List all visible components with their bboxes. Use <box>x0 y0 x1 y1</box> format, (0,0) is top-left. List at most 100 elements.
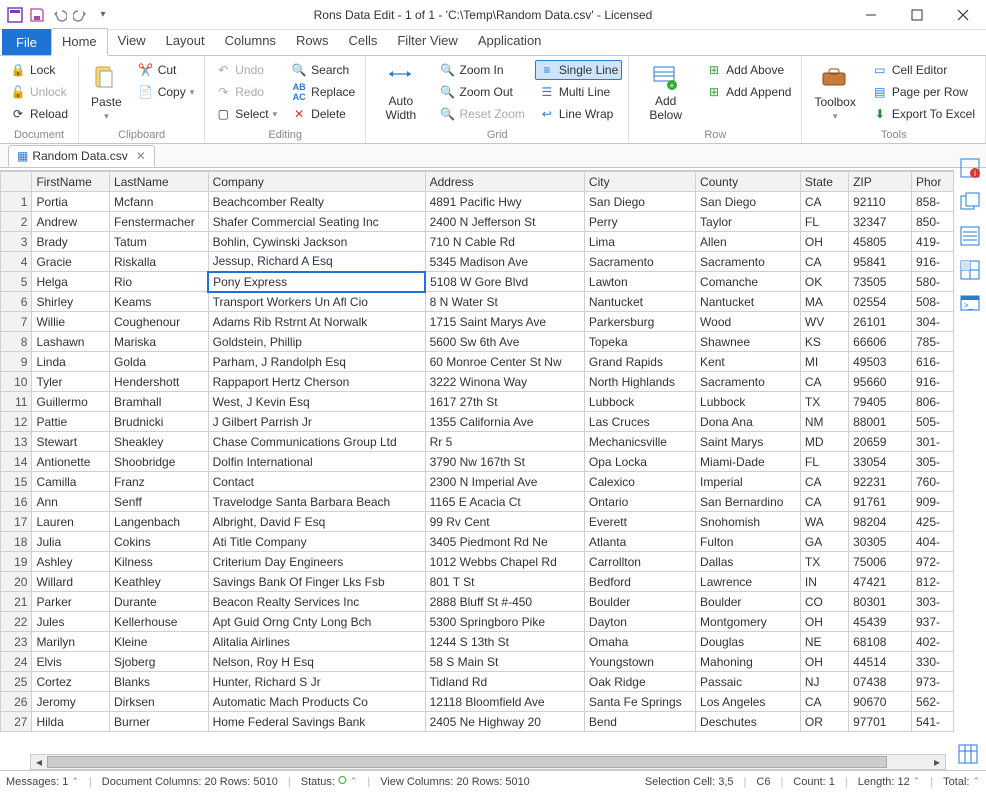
row-number[interactable]: 4 <box>1 252 32 272</box>
cell[interactable]: Travelodge Santa Barbara Beach <box>208 492 425 512</box>
cell[interactable]: Cokins <box>110 532 209 552</box>
redo-icon[interactable] <box>72 6 90 24</box>
redo-button[interactable]: ↷Redo <box>211 82 281 102</box>
row-number[interactable]: 9 <box>1 352 32 372</box>
cell[interactable]: Atlanta <box>584 532 695 552</box>
undo-button[interactable]: ↶Undo <box>211 60 281 80</box>
cell[interactable]: Deschutes <box>696 712 801 732</box>
cell[interactable]: 2300 N Imperial Ave <box>425 472 584 492</box>
cell[interactable]: Alitalia Airlines <box>208 632 425 652</box>
cell[interactable]: 3790 Nw 167th St <box>425 452 584 472</box>
cell[interactable]: Franz <box>110 472 209 492</box>
row-number[interactable]: 24 <box>1 652 32 672</box>
row-number[interactable]: 12 <box>1 412 32 432</box>
cell[interactable]: Bedford <box>584 572 695 592</box>
cell[interactable]: 5600 Sw 6th Ave <box>425 332 584 352</box>
cell[interactable]: Dirksen <box>110 692 209 712</box>
cell[interactable]: Shirley <box>32 292 110 312</box>
cell[interactable]: CA <box>800 472 848 492</box>
cell[interactable]: Hendershott <box>110 372 209 392</box>
cell[interactable]: Saint Marys <box>696 432 801 452</box>
cell[interactable]: 801 T St <box>425 572 584 592</box>
cell[interactable]: Dolfin International <box>208 452 425 472</box>
zoomout-button[interactable]: 🔍Zoom Out <box>436 82 529 102</box>
cell[interactable]: FL <box>800 452 848 472</box>
cell[interactable]: Julia <box>32 532 110 552</box>
cell[interactable]: Lauren <box>32 512 110 532</box>
cell[interactable]: 1012 Webbs Chapel Rd <box>425 552 584 572</box>
status-total[interactable]: Total:⌃ <box>943 776 980 788</box>
cell[interactable]: Shawnee <box>696 332 801 352</box>
cell[interactable]: CA <box>800 372 848 392</box>
cell[interactable]: Mahoning <box>696 652 801 672</box>
cell[interactable]: Hunter, Richard S Jr <box>208 672 425 692</box>
cell[interactable]: 330- <box>911 652 953 672</box>
cell[interactable]: Cortez <box>32 672 110 692</box>
addappend-button[interactable]: ⊞Add Append <box>702 82 795 102</box>
replace-button[interactable]: ABACReplace <box>287 82 359 102</box>
ribbon-tab-rows[interactable]: Rows <box>286 28 339 55</box>
exportexcel-button[interactable]: ⬇Export To Excel <box>868 104 979 124</box>
cell[interactable]: Savings Bank Of Finger Lks Fsb <box>208 572 425 592</box>
ribbon-tab-filter-view[interactable]: Filter View <box>387 28 467 55</box>
cell[interactable]: 8 N Water St <box>425 292 584 312</box>
cell[interactable]: Wood <box>696 312 801 332</box>
cell[interactable]: Kleine <box>110 632 209 652</box>
column-header[interactable]: State <box>800 172 848 192</box>
row-number[interactable]: 2 <box>1 212 32 232</box>
cell[interactable]: IN <box>800 572 848 592</box>
cut-button[interactable]: ✂️Cut <box>134 60 199 80</box>
cell[interactable]: Blanks <box>110 672 209 692</box>
toolbox-button[interactable]: Toolbox▾ <box>808 60 861 127</box>
cell[interactable]: Marilyn <box>32 632 110 652</box>
cell[interactable]: Douglas <box>696 632 801 652</box>
addabove-button[interactable]: ⊞Add Above <box>702 60 795 80</box>
cell[interactable]: OK <box>800 272 848 292</box>
lock-button[interactable]: 🔒Lock <box>6 60 72 80</box>
horizontal-scrollbar[interactable]: ◂ ▸ <box>30 754 946 770</box>
cell[interactable]: 98204 <box>849 512 912 532</box>
cell[interactable]: CA <box>800 692 848 712</box>
scroll-thumb[interactable] <box>47 756 887 768</box>
row-number[interactable]: 3 <box>1 232 32 252</box>
cell[interactable]: Elvis <box>32 652 110 672</box>
cell[interactable]: Snohomish <box>696 512 801 532</box>
cell[interactable]: Criterium Day Engineers <box>208 552 425 572</box>
row-number[interactable]: 17 <box>1 512 32 532</box>
cell[interactable]: Ann <box>32 492 110 512</box>
cell[interactable]: 90670 <box>849 692 912 712</box>
cell[interactable]: Home Federal Savings Bank <box>208 712 425 732</box>
resetzoom-button[interactable]: 🔍Reset Zoom <box>436 104 529 124</box>
cell[interactable]: Taylor <box>696 212 801 232</box>
cell[interactable]: WV <box>800 312 848 332</box>
list-panel-icon[interactable] <box>958 224 982 248</box>
cell[interactable]: Sacramento <box>584 252 695 272</box>
cell[interactable]: OH <box>800 232 848 252</box>
cell[interactable]: 305- <box>911 452 953 472</box>
cell[interactable]: MD <box>800 432 848 452</box>
cell[interactable]: 97701 <box>849 712 912 732</box>
cell[interactable]: Sheakley <box>110 432 209 452</box>
cell[interactable]: 1355 California Ave <box>425 412 584 432</box>
cell[interactable]: Pony Express <box>208 272 425 292</box>
cell[interactable]: Nantucket <box>584 292 695 312</box>
cell[interactable]: FL <box>800 212 848 232</box>
cell[interactable]: West, J Kevin Esq <box>208 392 425 412</box>
row-number[interactable]: 11 <box>1 392 32 412</box>
cell[interactable]: 75006 <box>849 552 912 572</box>
cell[interactable]: 909- <box>911 492 953 512</box>
cell[interactable]: 12118 Bloomfield Ave <box>425 692 584 712</box>
cell[interactable]: Parkersburg <box>584 312 695 332</box>
column-header[interactable]: Company <box>208 172 425 192</box>
cell[interactable]: Rr 5 <box>425 432 584 452</box>
cell[interactable]: 3405 Piedmont Rd Ne <box>425 532 584 552</box>
autowidth-button[interactable]: Auto Width <box>372 60 429 127</box>
ribbon-tab-home[interactable]: Home <box>51 28 108 56</box>
cell[interactable]: 973- <box>911 672 953 692</box>
qat-dropdown-icon[interactable]: ▾ <box>94 6 112 24</box>
ribbon-tab-application[interactable]: Application <box>468 28 552 55</box>
singleline-button[interactable]: ≡Single Line <box>535 60 622 80</box>
cell[interactable]: Mechanicsville <box>584 432 695 452</box>
cell[interactable]: 73505 <box>849 272 912 292</box>
cell[interactable]: 60 Monroe Center St Nw <box>425 352 584 372</box>
